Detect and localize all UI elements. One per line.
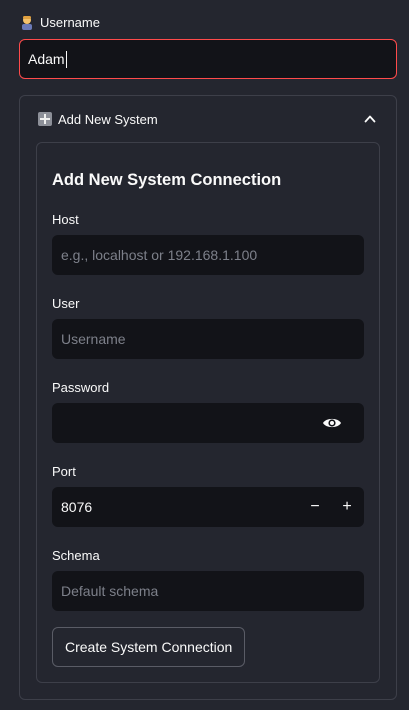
expander-title: Add New System	[58, 111, 158, 127]
app-root: Username Adam Add New System Add New Sys…	[0, 0, 409, 710]
user-placeholder: Username	[61, 331, 126, 347]
password-input[interactable]	[52, 403, 364, 443]
username-label: Username	[40, 15, 100, 30]
username-value: Adam	[28, 51, 65, 67]
user-input[interactable]: Username	[52, 319, 364, 359]
plus-icon	[38, 112, 52, 126]
host-input[interactable]: e.g., localhost or 192.168.1.100	[52, 235, 364, 275]
host-label: Host	[52, 212, 79, 227]
host-placeholder: e.g., localhost or 192.168.1.100	[61, 247, 258, 263]
form-title: Add New System Connection	[52, 171, 282, 189]
port-value: 8076	[61, 499, 93, 515]
port-input[interactable]: 8076 − +	[52, 487, 364, 527]
port-decrement-button[interactable]: −	[300, 487, 330, 527]
port-increment-button[interactable]: +	[332, 487, 362, 527]
eye-icon[interactable]	[322, 416, 342, 430]
create-system-connection-button[interactable]: Create System Connection	[52, 627, 246, 667]
schema-label: Schema	[52, 548, 100, 563]
system-connection-form: Add New System Connection Host e.g., loc…	[36, 142, 380, 683]
schema-placeholder: Default schema	[61, 583, 159, 599]
person-emoji-icon	[22, 16, 32, 30]
username-label-row: Username	[20, 15, 100, 30]
text-caret	[65, 50, 67, 68]
username-input[interactable]: Adam	[19, 39, 397, 79]
add-system-expander: Add New System Add New System Connection…	[19, 95, 397, 700]
add-system-expander-header[interactable]: Add New System	[20, 96, 396, 142]
schema-input[interactable]: Default schema	[52, 571, 364, 611]
port-label: Port	[52, 464, 76, 479]
user-label: User	[52, 296, 80, 311]
password-label: Password	[52, 380, 110, 395]
chevron-up-icon[interactable]	[364, 113, 376, 125]
